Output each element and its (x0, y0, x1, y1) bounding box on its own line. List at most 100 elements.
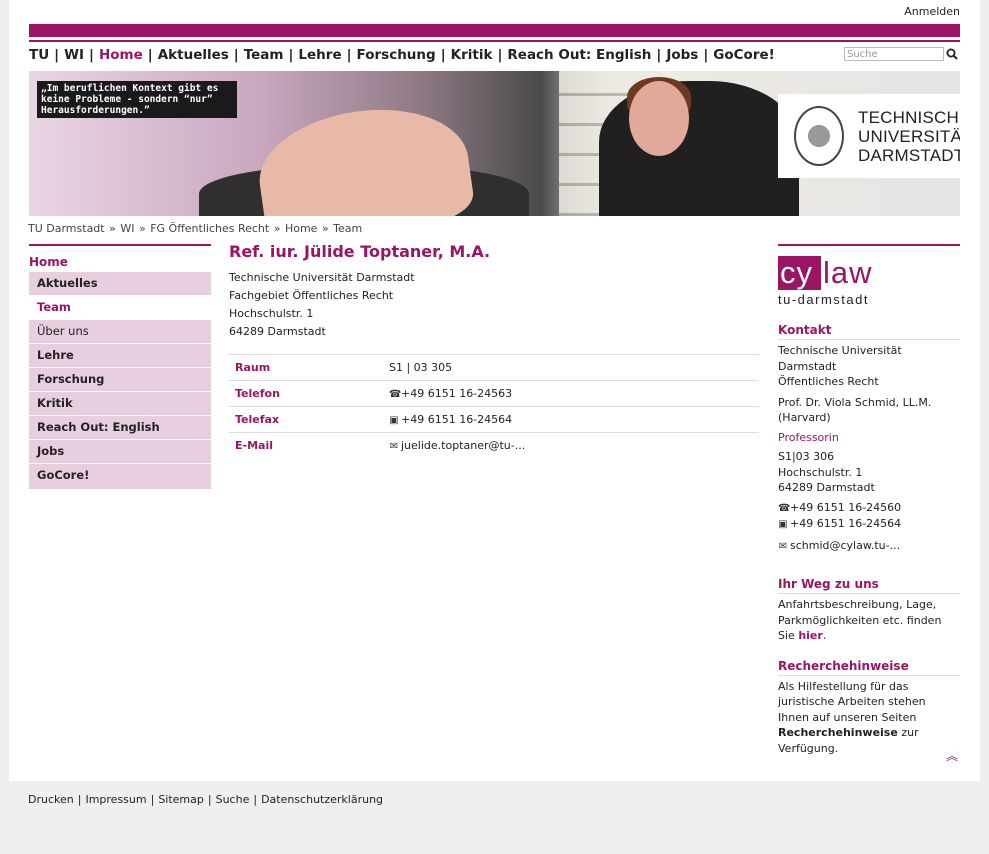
recherche-description: Als Hilfestellung für das juristische Ar… (778, 679, 926, 724)
weg-link[interactable]: hier (798, 629, 823, 642)
contact-table: Raum S1 | 03 305 Telefon ☎+49 6151 16-24… (229, 354, 759, 458)
sidebar-item-aktuelles[interactable]: Aktuelles (29, 271, 211, 295)
envelope-icon: ✉ (778, 540, 788, 552)
sidebar-item-home[interactable]: Home (29, 246, 211, 271)
footer-impressum[interactable]: Impressum (85, 793, 146, 806)
kontakt-org-line: Öffentliches Recht (778, 375, 879, 388)
fax-cell: ▣ +49 6151 16-24564 (388, 406, 759, 433)
hero-hand-image (251, 96, 477, 216)
address-line: Hochschulstr. 1 (229, 307, 314, 320)
breadcrumb-chevron-icon: » (138, 222, 146, 235)
footer-drucken[interactable]: Drucken (28, 793, 74, 806)
hero-banner: „Im beruflichen Kontext gibt es keine Pr… (29, 71, 960, 216)
main-content: Ref. iur. Jülide Toptaner, M.A. Technisc… (229, 242, 759, 458)
kontakt-org: Technische Universität Darmstadt Öffentl… (778, 343, 960, 390)
right-sidebar: cy law tu-darmstadt Kontakt Technische U… (778, 244, 960, 756)
room-value: S1 | 03 305 (388, 354, 759, 381)
recherche-link[interactable]: Recherchehinweise (778, 726, 898, 739)
sidebar-nav: Home Aktuelles Team Über uns Lehre Forsc… (29, 244, 211, 489)
kontakt-name-line: (Harvard) (778, 411, 831, 424)
hero-quote: „Im beruflichen Kontext gibt es keine Pr… (37, 81, 237, 118)
kontakt-heading: Kontakt (778, 323, 960, 340)
nav-separator: | (703, 47, 709, 63)
breadcrumb-chevron-icon: » (273, 222, 281, 235)
fax-value: +49 6151 16-24564 (401, 413, 513, 426)
breadcrumb-chevron-icon: » (109, 222, 116, 235)
table-row: Raum S1 | 03 305 (229, 354, 759, 381)
nav-separator: | (346, 47, 352, 63)
nav-jobs[interactable]: Jobs (666, 47, 698, 63)
nav-separator: | (233, 47, 239, 63)
sidebar-item-lehre[interactable]: Lehre (29, 343, 211, 367)
breadcrumb-home[interactable]: Home (285, 222, 317, 235)
nav-separator: | (440, 47, 446, 63)
nav-team[interactable]: Team (244, 47, 284, 63)
top-accent-line (29, 40, 960, 42)
back-to-top-icon[interactable]: ︽ (946, 750, 958, 762)
phone-cell: ☎+49 6151 16-24563 (388, 380, 759, 407)
sidebar-item-reach-out[interactable]: Reach Out: English (29, 415, 211, 439)
breadcrumb-team[interactable]: Team (333, 222, 362, 235)
footer-links: Drucken | Impressum | Sitemap | Suche | Datensch… (28, 793, 383, 806)
breadcrumb-wi[interactable]: WI (120, 222, 134, 235)
tu-logo-line: UNIVERSITÄT (858, 127, 960, 146)
room-label: Raum (229, 354, 388, 381)
main-nav: TU | WI | Home | Aktuelles | Team | Lehre | Forschun… (29, 47, 775, 63)
nav-forschung[interactable]: Forschung (357, 47, 436, 63)
login-link[interactable]: Anmelden (904, 5, 960, 18)
breadcrumb-chevron-icon: » (321, 222, 329, 235)
table-row: Telefon ☎+49 6151 16-24563 (229, 380, 759, 407)
weg-end: . (822, 629, 827, 642)
phone-link[interactable]: +49 6151 16-24563 (401, 387, 512, 400)
nav-separator: | (54, 47, 60, 63)
kontakt-role: Professorin (778, 430, 839, 444)
kontakt-email-link[interactable]: schmid@cylaw.tu-... (790, 539, 900, 552)
breadcrumb: TU Darmstadt » WI » FG Öffentliches Rech… (28, 222, 362, 235)
nav-tu[interactable]: TU (29, 47, 49, 63)
nav-separator: | (288, 47, 294, 63)
footer-separator: | (77, 793, 82, 806)
search-input[interactable] (844, 47, 944, 61)
tu-darmstadt-logo[interactable]: TECHNISCHE UNIVERSITÄT DARMSTADT (778, 94, 960, 178)
cylaw-logo-cy: cy (780, 255, 813, 290)
recherche-heading: Recherchehinweise (778, 659, 960, 676)
kontakt-phones: ☎+49 6151 16-24560 ▣ +49 6151 16-24564 (778, 500, 960, 533)
kontakt-name-line: Prof. Dr. Viola Schmid, LL.M. (778, 395, 932, 409)
sidebar-item-team[interactable]: Team (29, 295, 211, 319)
breadcrumb-tu-darmstadt[interactable]: TU Darmstadt (28, 222, 105, 235)
sidebar-item-ueber-uns[interactable]: Über uns (29, 319, 211, 343)
nav-home[interactable]: Home (99, 47, 143, 63)
kontakt-address-line: Hochschulstr. 1 (778, 465, 863, 479)
nav-aktuelles[interactable]: Aktuelles (158, 47, 229, 63)
table-row: E-Mail ✉ juelide.toptaner@tu-... (229, 432, 759, 458)
kontakt-address-line: 64289 Darmstadt (778, 481, 875, 494)
footer-separator: | (253, 793, 258, 806)
breadcrumb-fg-oeffentliches-recht[interactable]: FG Öffentliches Recht (150, 222, 269, 235)
email-label: E-Mail (229, 432, 388, 458)
sidebar-item-jobs[interactable]: Jobs (29, 439, 211, 463)
cylaw-logo-law: law (823, 255, 873, 290)
footer-datenschutz[interactable]: Datenschutzerklärung (261, 793, 383, 806)
sidebar-item-forschung[interactable]: Forschung (29, 367, 211, 391)
email-link[interactable]: juelide.toptaner@tu-... (401, 439, 525, 452)
nav-wi[interactable]: WI (64, 47, 84, 63)
phone-label: Telefon (229, 380, 388, 407)
cylaw-logo[interactable]: cy law tu-darmstadt (778, 256, 960, 308)
nav-lehre[interactable]: Lehre (298, 47, 341, 63)
hero-face-image (629, 81, 689, 156)
search-icon[interactable] (946, 48, 958, 60)
top-accent-bar (29, 24, 960, 37)
kontakt-org-line: Technische Universität Darmstadt (778, 344, 902, 373)
cylaw-logo-subtitle: tu-darmstadt (778, 292, 869, 307)
nav-gocore[interactable]: GoCore! (713, 47, 775, 63)
footer-separator: | (150, 793, 155, 806)
footer-suche[interactable]: Suche (216, 793, 250, 806)
kontakt-phone-link[interactable]: +49 6151 16-24560 (790, 501, 901, 514)
nav-kritik[interactable]: Kritik (451, 47, 493, 63)
footer-sitemap[interactable]: Sitemap (158, 793, 204, 806)
kontakt-address-line: S1|03 306 (778, 450, 835, 463)
address-line: 64289 Darmstadt (229, 325, 326, 338)
nav-reach-out[interactable]: Reach Out: English (507, 47, 651, 63)
sidebar-item-kritik[interactable]: Kritik (29, 391, 211, 415)
sidebar-item-gocore[interactable]: GoCore! (29, 463, 211, 487)
